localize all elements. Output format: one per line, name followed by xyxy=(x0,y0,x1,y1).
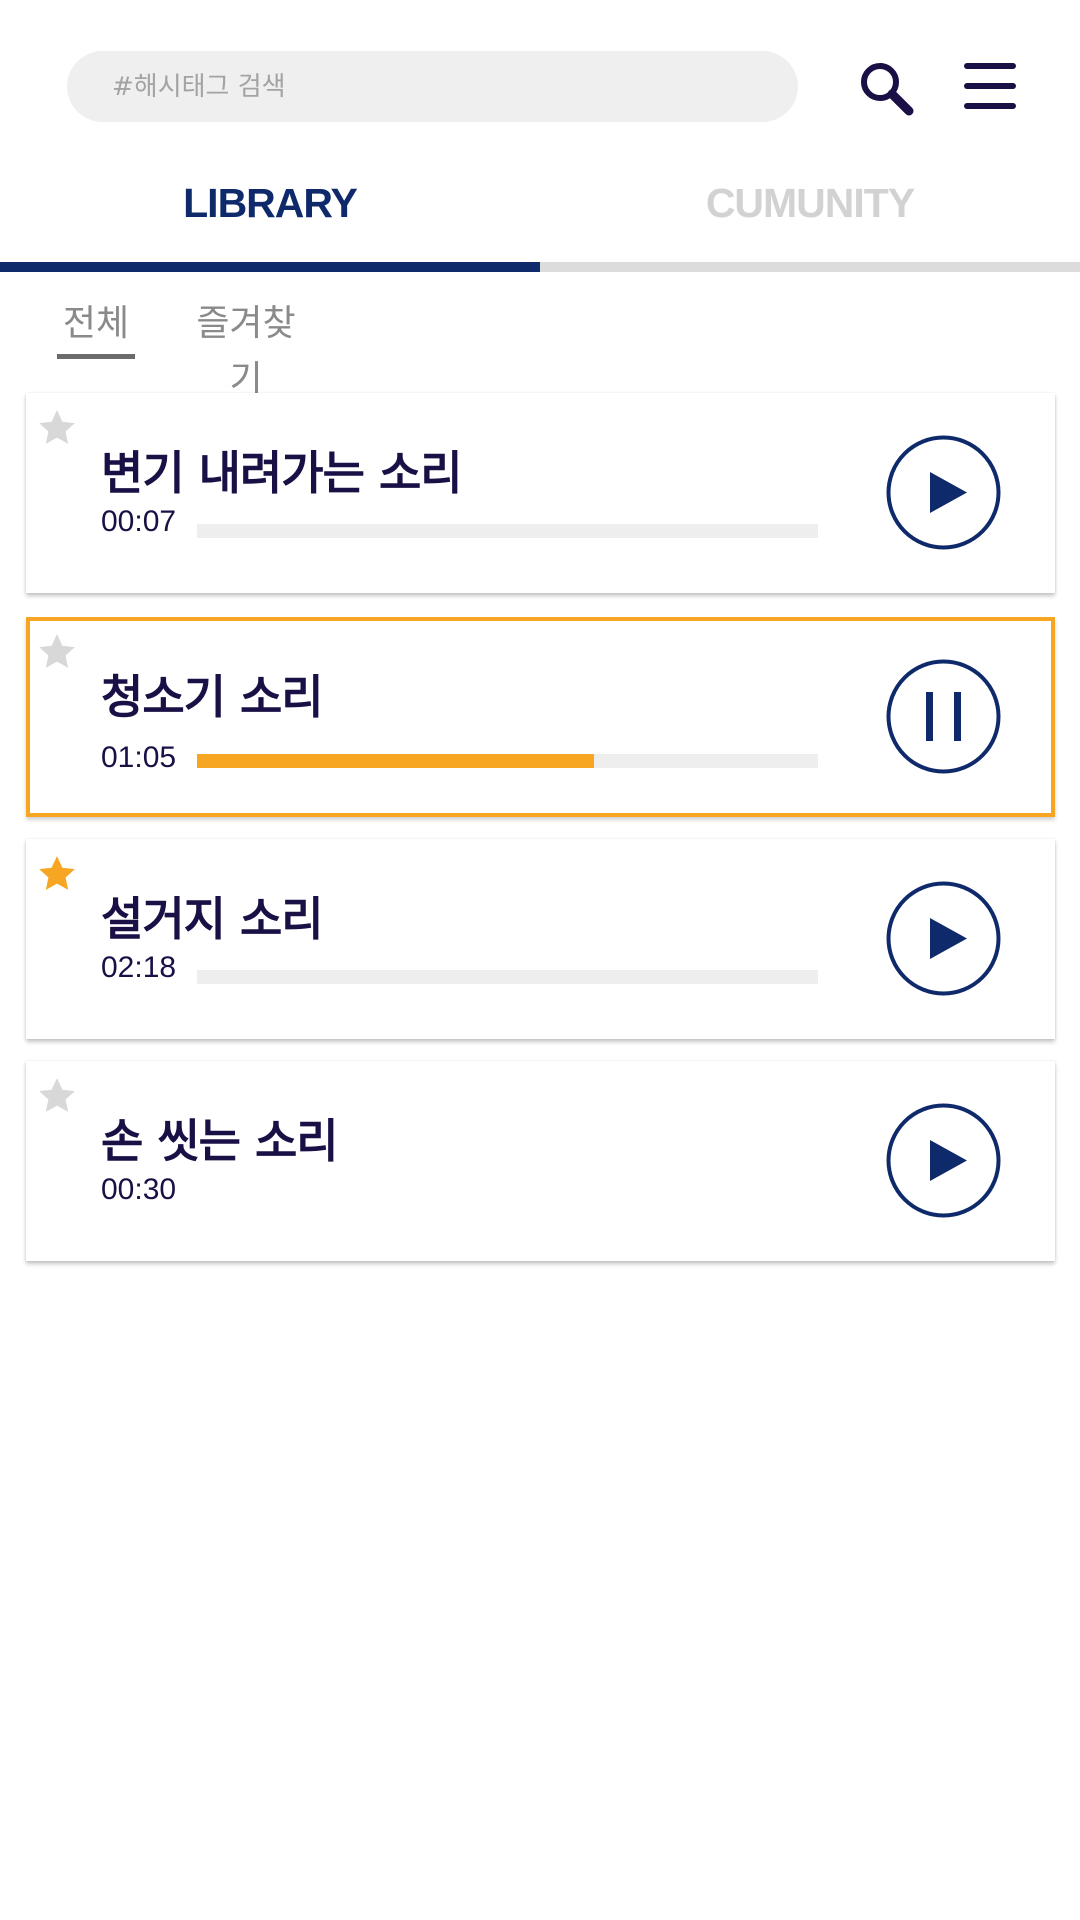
sound-card-playing[interactable]: 청소기 소리 01:05 xyxy=(26,617,1055,817)
progress-fill xyxy=(197,754,595,768)
hamburger-menu-icon xyxy=(964,63,1016,109)
star-icon[interactable] xyxy=(36,1075,78,1117)
sound-card[interactable]: 손 씻는 소리 00:30 xyxy=(26,1061,1055,1261)
play-icon xyxy=(886,1103,1001,1218)
sound-duration: 02:18 xyxy=(101,951,177,984)
pause-icon xyxy=(886,659,1001,774)
star-icon[interactable] xyxy=(36,407,78,449)
subtab-favorites[interactable]: 즐겨찾기 xyxy=(180,296,312,400)
sound-title: 변기 내려가는 소리 xyxy=(101,446,463,500)
progress-bar[interactable] xyxy=(197,970,818,984)
hashtag-search-input[interactable] xyxy=(67,51,798,122)
sound-card[interactable]: 변기 내려가는 소리 00:07 xyxy=(26,393,1055,593)
sound-duration: 01:05 xyxy=(101,741,177,774)
search-button[interactable] xyxy=(855,58,919,122)
progress-bar[interactable] xyxy=(197,754,818,768)
tab-community[interactable]: CUMUNITY xyxy=(540,168,1080,238)
play-icon xyxy=(886,881,1001,996)
sound-title: 설거지 소리 xyxy=(101,892,324,946)
sound-title: 청소기 소리 xyxy=(101,670,324,724)
subtab-all[interactable]: 전체 xyxy=(57,296,135,352)
sound-duration: 00:30 xyxy=(101,1173,177,1206)
star-icon[interactable] xyxy=(36,631,78,673)
sound-title: 손 씻는 소리 xyxy=(101,1114,339,1168)
star-icon[interactable] xyxy=(36,853,78,895)
sound-duration: 00:07 xyxy=(101,505,177,538)
tab-library[interactable]: LIBRARY xyxy=(0,168,540,238)
menu-button[interactable] xyxy=(962,60,1018,112)
subtab-active-underline xyxy=(57,354,135,359)
pause-button[interactable] xyxy=(886,659,1001,774)
tab-active-indicator xyxy=(0,262,540,272)
play-button[interactable] xyxy=(886,881,1001,996)
play-button[interactable] xyxy=(886,435,1001,550)
sound-card[interactable]: 설거지 소리 02:18 xyxy=(26,839,1055,1039)
play-icon xyxy=(886,435,1001,550)
play-button[interactable] xyxy=(886,1103,1001,1218)
progress-bar[interactable] xyxy=(197,524,818,538)
search-icon xyxy=(861,63,914,116)
